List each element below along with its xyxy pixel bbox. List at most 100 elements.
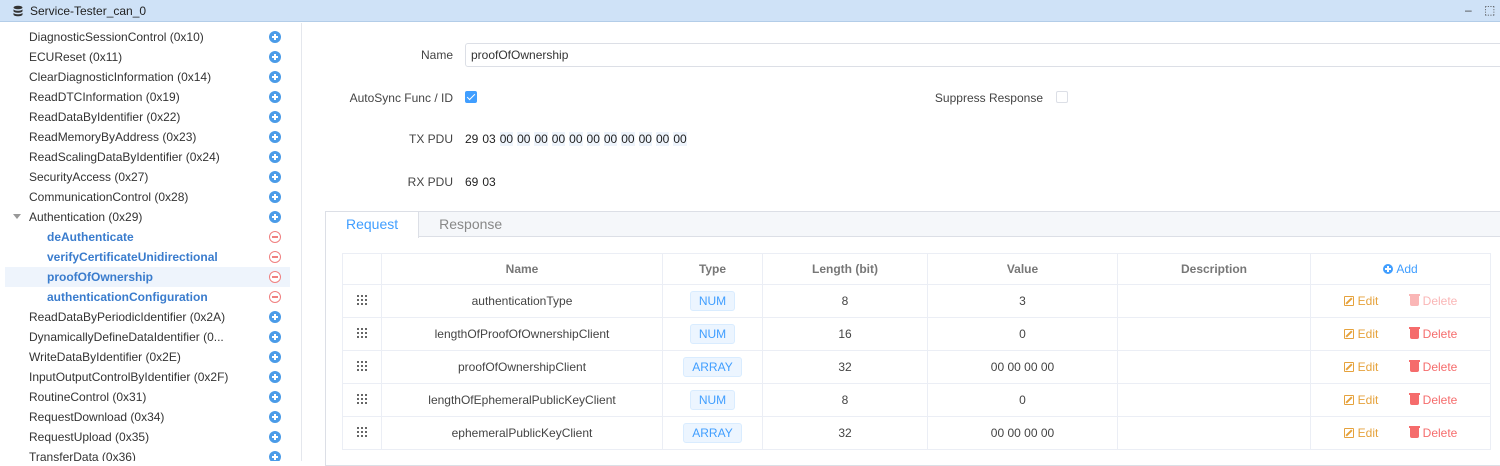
row-actions: Edit Delete — [1310, 350, 1491, 384]
delete-label: Delete — [1422, 326, 1458, 341]
row-actions: Edit Delete — [1310, 416, 1491, 450]
delete-label: Delete — [1422, 425, 1458, 440]
drag-handle[interactable] — [342, 416, 382, 450]
edit-button[interactable]: Edit — [1343, 327, 1378, 341]
add-icon[interactable] — [269, 331, 281, 343]
tx-pdu-bytes: 29 03 00 00 00 00 00 00 00 00 00 00 00 — [465, 132, 691, 146]
rx-pdu-label: RX PDU — [407, 175, 453, 189]
grip-icon — [357, 295, 367, 305]
tree-item-diagnostic-session-control[interactable]: DiagnosticSessionControl (0x10) — [0, 27, 301, 47]
tree-item-read-data-by-periodic-identifier[interactable]: ReadDataByPeriodicIdentifier (0x2A) — [0, 307, 301, 327]
tree-item-label: ReadScalingDataByIdentifier (0x24) — [29, 150, 220, 164]
tree-item-verify-certificate-unidirectional[interactable]: verifyCertificateUnidirectional — [0, 247, 301, 267]
add-icon[interactable] — [269, 411, 281, 423]
add-icon[interactable] — [269, 151, 281, 163]
tab-response[interactable]: Response — [419, 212, 522, 237]
add-icon[interactable] — [269, 171, 281, 183]
remove-icon[interactable] — [269, 251, 281, 263]
table-row[interactable]: ephemeralPublicKeyClient ARRAY 32 00 00 … — [342, 416, 1491, 450]
tree-item-clear-diagnostic-information[interactable]: ClearDiagnosticInformation (0x14) — [0, 67, 301, 87]
tree-item-authentication-configuration[interactable]: authenticationConfiguration — [0, 287, 301, 307]
add-icon[interactable] — [269, 451, 281, 461]
tree-item-request-download[interactable]: RequestDownload (0x34) — [0, 407, 301, 427]
tree-item-read-data-by-identifier[interactable]: ReadDataByIdentifier (0x22) — [0, 107, 301, 127]
tree-item-security-access[interactable]: SecurityAccess (0x27) — [0, 167, 301, 187]
tree-item-input-output-control-by-identifier[interactable]: InputOutputControlByIdentifier (0x2F) — [0, 367, 301, 387]
edit-button[interactable]: Edit — [1343, 393, 1378, 407]
tree-item-read-dtc-information[interactable]: ReadDTCInformation (0x19) — [0, 87, 301, 107]
delete-button[interactable]: Delete — [1408, 392, 1457, 407]
edit-button[interactable]: Edit — [1343, 360, 1378, 374]
tree-item-label: WriteDataByIdentifier (0x2E) — [29, 350, 181, 364]
add-icon[interactable] — [269, 71, 281, 83]
remove-icon[interactable] — [269, 231, 281, 243]
param-name: lengthOfEphemeralPublicKeyClient — [381, 383, 663, 417]
tree-item-transfer-data[interactable]: TransferData (0x36) — [0, 447, 301, 461]
tx-pdu-label: TX PDU — [408, 132, 453, 146]
table-row[interactable]: lengthOfProofOfOwnershipClient NUM 16 0 … — [342, 317, 1491, 351]
add-icon[interactable] — [269, 311, 281, 323]
add-icon[interactable] — [269, 131, 281, 143]
tree-item-routine-control[interactable]: RoutineControl (0x31) — [0, 387, 301, 407]
tree-item-label: DiagnosticSessionControl (0x10) — [29, 30, 204, 44]
trash-icon — [1408, 392, 1420, 405]
add-icon[interactable] — [269, 371, 281, 383]
delete-button[interactable]: Delete — [1408, 425, 1458, 440]
add-icon[interactable] — [269, 431, 281, 443]
tree-item-write-data-by-identifier[interactable]: WriteDataByIdentifier (0x2E) — [0, 347, 301, 367]
edit-button[interactable]: Edit — [1343, 293, 1379, 308]
add-icon[interactable] — [269, 351, 281, 363]
add-icon[interactable] — [269, 31, 281, 43]
tree-item-read-scaling-data-by-identifier[interactable]: ReadScalingDataByIdentifier (0x24) — [0, 147, 301, 167]
tree-item-ecu-reset[interactable]: ECUReset (0x11) — [0, 47, 301, 67]
table-row[interactable]: authenticationType NUM 8 3 Edit Delete — [342, 284, 1491, 318]
edit-icon — [1343, 427, 1354, 438]
tree-item-label: verifyCertificateUnidirectional — [47, 250, 218, 264]
suppress-response-checkbox[interactable] — [1056, 91, 1068, 103]
maximize-button[interactable]: ⬚ — [1484, 3, 1495, 17]
delete-button[interactable]: Delete — [1408, 359, 1457, 374]
add-icon[interactable] — [269, 211, 281, 223]
add-button[interactable]: Add — [1310, 253, 1491, 285]
tree-item-de-authenticate[interactable]: deAuthenticate — [0, 227, 301, 247]
drag-handle[interactable] — [342, 383, 382, 417]
delete-button[interactable]: Delete — [1408, 326, 1458, 341]
tx-byte: 00 — [655, 132, 670, 146]
param-length: 8 — [762, 383, 928, 417]
remove-icon[interactable] — [269, 291, 281, 303]
table-row[interactable]: lengthOfEphemeralPublicKeyClient NUM 8 0… — [342, 383, 1491, 417]
remove-icon[interactable] — [269, 271, 281, 283]
tab-request[interactable]: Request — [326, 212, 420, 238]
drag-handle[interactable] — [342, 317, 382, 351]
param-value: 00 00 00 00 — [927, 416, 1118, 450]
tree-item-read-memory-by-address[interactable]: ReadMemoryByAddress (0x23) — [0, 127, 301, 147]
add-icon[interactable] — [269, 91, 281, 103]
drag-handle[interactable] — [342, 284, 382, 318]
add-icon[interactable] — [269, 391, 281, 403]
autosync-checkbox[interactable] — [465, 91, 477, 103]
table-row[interactable]: proofOfOwnershipClient ARRAY 32 00 00 00… — [342, 350, 1491, 384]
add-icon[interactable] — [269, 51, 281, 63]
name-input[interactable] — [465, 43, 1500, 67]
add-icon[interactable] — [269, 111, 281, 123]
caret-down-icon[interactable] — [13, 214, 21, 219]
param-description — [1117, 284, 1311, 318]
tree-item-communication-control[interactable]: CommunicationControl (0x28) — [0, 187, 301, 207]
edit-label: Edit — [1357, 425, 1379, 440]
edit-button[interactable]: Edit — [1343, 425, 1379, 440]
param-value: 0 — [927, 383, 1118, 417]
minimize-button[interactable]: – — [1465, 3, 1472, 17]
add-icon[interactable] — [269, 191, 281, 203]
tx-byte: 00 — [586, 132, 600, 146]
tree-item-request-upload[interactable]: RequestUpload (0x35) — [0, 427, 301, 447]
type-tag: NUM — [689, 324, 736, 344]
tree-item-proof-of-ownership[interactable]: proofOfOwnership — [5, 267, 290, 287]
tree-item-authentication[interactable]: Authentication (0x29) — [0, 207, 301, 227]
drag-handle[interactable] — [342, 350, 382, 384]
trash-icon — [1408, 359, 1420, 372]
tree-item-dynamically-define-data-identifier[interactable]: DynamicallyDefineDataIdentifier (0... — [0, 327, 301, 347]
name-label: Name — [420, 48, 453, 62]
trash-icon — [1408, 326, 1420, 339]
edit-label: Edit — [1357, 293, 1379, 308]
param-length: 32 — [762, 350, 928, 384]
